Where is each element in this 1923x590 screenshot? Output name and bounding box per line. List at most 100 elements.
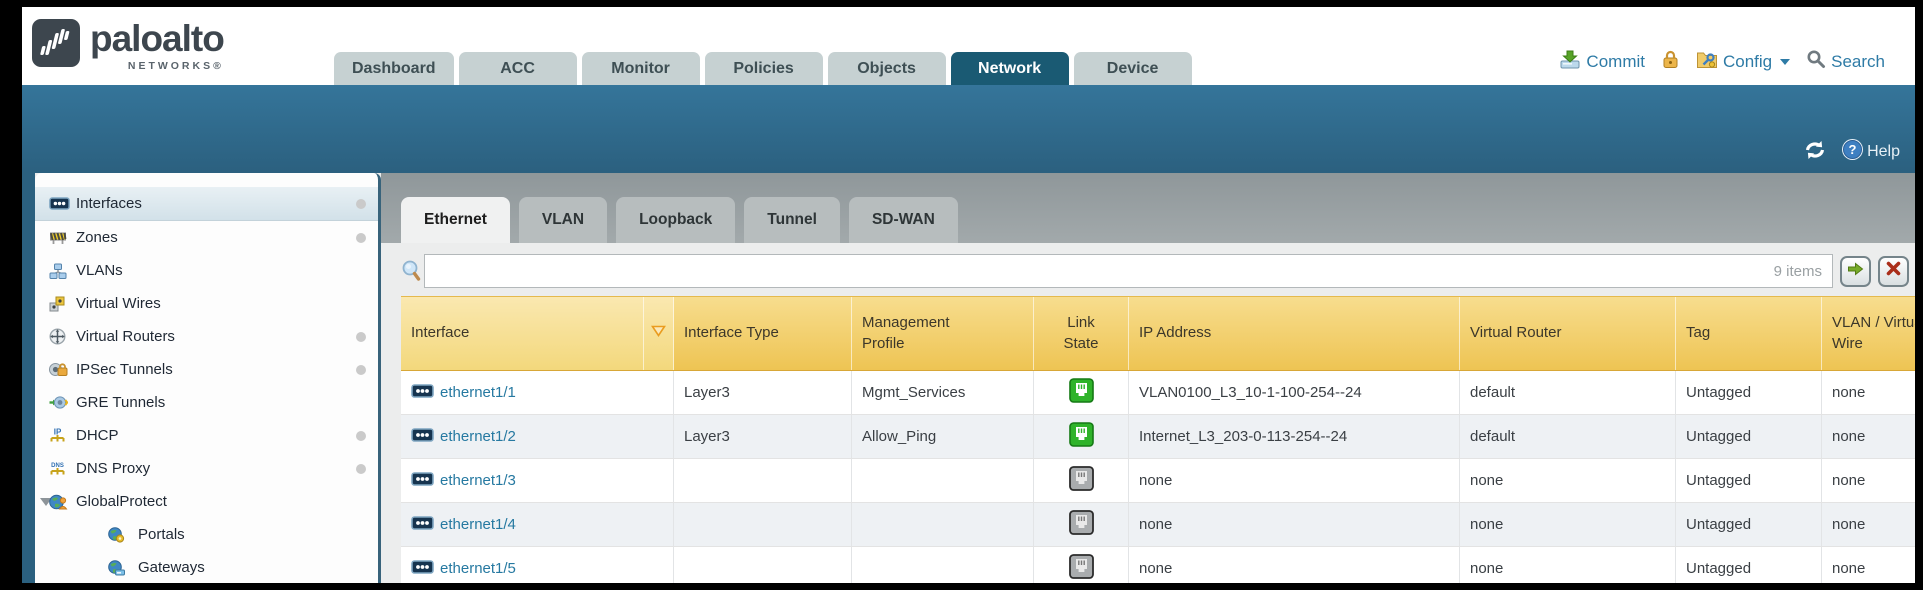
cell-management-profile xyxy=(852,547,1034,583)
cell-interface: ethernet1/2 xyxy=(401,415,674,458)
cell-link-state xyxy=(1034,415,1129,458)
sidebar-item-portals[interactable]: Portals xyxy=(35,518,378,551)
ipsec-tunnels-icon xyxy=(49,362,68,377)
interface-link[interactable]: ethernet1/5 xyxy=(411,560,516,578)
table-row: ethernet1/2 Layer3 Allow_Ping Internet_L… xyxy=(401,415,1915,459)
cell-tag: Untagged xyxy=(1676,371,1822,414)
cell-interface: ethernet1/1 xyxy=(401,371,674,414)
sidebar-item-zones[interactable]: Zones xyxy=(35,221,378,254)
cell-virtual-router: none xyxy=(1460,547,1676,583)
sidebar-item-vlans[interactable]: VLANs xyxy=(35,254,378,287)
col-header-ip-address[interactable]: IP Address xyxy=(1129,297,1460,370)
cell-tag: Untagged xyxy=(1676,503,1822,546)
tab-network[interactable]: Network xyxy=(951,52,1069,85)
status-dot xyxy=(356,431,366,441)
sidebar-item-gre-tunnels[interactable]: GRE Tunnels xyxy=(35,386,378,419)
sidebar-item-label: Virtual Routers xyxy=(76,328,175,345)
brand-name: paloalto xyxy=(90,19,224,59)
cell-vlan-wire: none xyxy=(1822,415,1915,458)
interface-name: ethernet1/1 xyxy=(440,384,516,401)
config-menu-button[interactable]: Config xyxy=(1696,50,1790,74)
column-menu-button[interactable] xyxy=(644,297,674,370)
table-row: ethernet1/3 none none Untagged none xyxy=(401,459,1915,503)
status-dot xyxy=(356,233,366,243)
vlans-icon xyxy=(49,263,67,279)
cell-management-profile xyxy=(852,503,1034,546)
tab-objects[interactable]: Objects xyxy=(828,52,946,85)
interface-link[interactable]: ethernet1/2 xyxy=(411,428,516,446)
search-label: Search xyxy=(1831,52,1885,72)
commit-label: Commit xyxy=(1586,52,1645,72)
subtab-sdwan[interactable]: SD-WAN xyxy=(849,197,958,243)
cell-link-state xyxy=(1034,547,1129,583)
cell-interface: ethernet1/3 xyxy=(401,459,674,502)
left-gutter xyxy=(22,173,35,583)
sidebar-item-gateways[interactable]: Gateways xyxy=(35,551,378,583)
cell-interface-type: Layer3 xyxy=(674,371,852,414)
main-nav: Dashboard ACC Monitor Policies Objects N… xyxy=(334,52,1192,85)
config-label: Config xyxy=(1723,52,1772,72)
cell-ip-address: none xyxy=(1129,459,1460,502)
sidebar-item-virtual-wires[interactable]: Virtual Wires xyxy=(35,287,378,320)
sidebar-item-dns-proxy[interactable]: DNS DNS Proxy xyxy=(35,452,378,485)
col-header-link-state[interactable]: Link State xyxy=(1034,297,1129,370)
cell-tag: Untagged xyxy=(1676,547,1822,583)
interface-link[interactable]: ethernet1/3 xyxy=(411,472,516,490)
interface-link[interactable]: ethernet1/4 xyxy=(411,516,516,534)
sort-dropdown-icon xyxy=(651,323,666,343)
cell-vlan-wire: none xyxy=(1822,503,1915,546)
help-label: Help xyxy=(1867,143,1900,161)
tab-device[interactable]: Device xyxy=(1074,52,1192,85)
help-icon: ? xyxy=(1841,138,1864,166)
zones-icon xyxy=(49,231,67,245)
search-icon xyxy=(1806,49,1826,74)
cell-management-profile: Allow_Ping xyxy=(852,415,1034,458)
paloalto-logo-icon xyxy=(32,19,80,72)
tab-monitor[interactable]: Monitor xyxy=(582,52,700,85)
subtab-loopback[interactable]: Loopback xyxy=(616,197,735,243)
col-header-tag[interactable]: Tag xyxy=(1676,297,1822,370)
subtab-ethernet[interactable]: Ethernet xyxy=(401,197,510,243)
sidebar-item-virtual-routers[interactable]: Virtual Routers xyxy=(35,320,378,353)
sidebar-item-ipsec-tunnels[interactable]: IPSec Tunnels xyxy=(35,353,378,386)
clear-filter-button[interactable] xyxy=(1878,256,1909,287)
col-header-vlan-wire[interactable]: VLAN / Virtual Wire xyxy=(1822,297,1915,370)
cell-link-state xyxy=(1034,459,1129,502)
lock-icon xyxy=(1661,49,1680,74)
col-header-management-profile[interactable]: Management Profile xyxy=(852,297,1034,370)
global-search-button[interactable]: Search xyxy=(1806,49,1885,74)
cell-virtual-router: none xyxy=(1460,459,1676,502)
chevron-down-icon xyxy=(1780,59,1790,65)
filter-input[interactable] xyxy=(425,255,1774,287)
col-header-interface-type[interactable]: Interface Type xyxy=(674,297,852,370)
link-down-icon xyxy=(1069,466,1094,495)
tab-dashboard[interactable]: Dashboard xyxy=(334,52,454,85)
app-window: paloalto NETWORKS® Dashboard ACC Monitor… xyxy=(22,7,1915,583)
cell-link-state xyxy=(1034,503,1129,546)
sidebar-item-label: Gateways xyxy=(138,559,205,576)
subtab-strip: Ethernet VLAN Loopback Tunnel SD-WAN xyxy=(381,173,1915,243)
sidebar-item-interfaces[interactable]: Interfaces xyxy=(35,187,378,221)
commit-button[interactable]: Commit xyxy=(1559,49,1645,74)
tab-policies[interactable]: Policies xyxy=(705,52,823,85)
col-header-interface[interactable]: Interface xyxy=(401,297,644,370)
sidebar-item-dhcp[interactable]: IP DHCP xyxy=(35,419,378,452)
tab-acc[interactable]: ACC xyxy=(459,52,577,85)
filter-bar: 9 items xyxy=(401,251,1915,291)
refresh-icon[interactable] xyxy=(1803,140,1827,165)
lock-button[interactable] xyxy=(1661,49,1680,74)
gre-tunnels-icon xyxy=(49,395,68,410)
help-button[interactable]: ? Help xyxy=(1841,138,1900,166)
interface-link[interactable]: ethernet1/1 xyxy=(411,384,516,402)
cell-ip-address: Internet_L3_203-0-113-254--24 xyxy=(1129,415,1460,458)
apply-filter-button[interactable] xyxy=(1840,256,1871,287)
interface-icon xyxy=(411,516,434,534)
virtual-wires-icon xyxy=(49,296,65,312)
sidebar: Interfaces Zones VLANs Virtual Wires Vir… xyxy=(35,173,381,583)
subtab-tunnel[interactable]: Tunnel xyxy=(744,197,840,243)
sidebar-item-label: Portals xyxy=(138,526,185,543)
subtab-vlan[interactable]: VLAN xyxy=(519,197,607,243)
interface-icon xyxy=(411,472,434,490)
col-header-virtual-router[interactable]: Virtual Router xyxy=(1460,297,1676,370)
sidebar-item-globalprotect[interactable]: GlobalProtect xyxy=(35,485,378,518)
